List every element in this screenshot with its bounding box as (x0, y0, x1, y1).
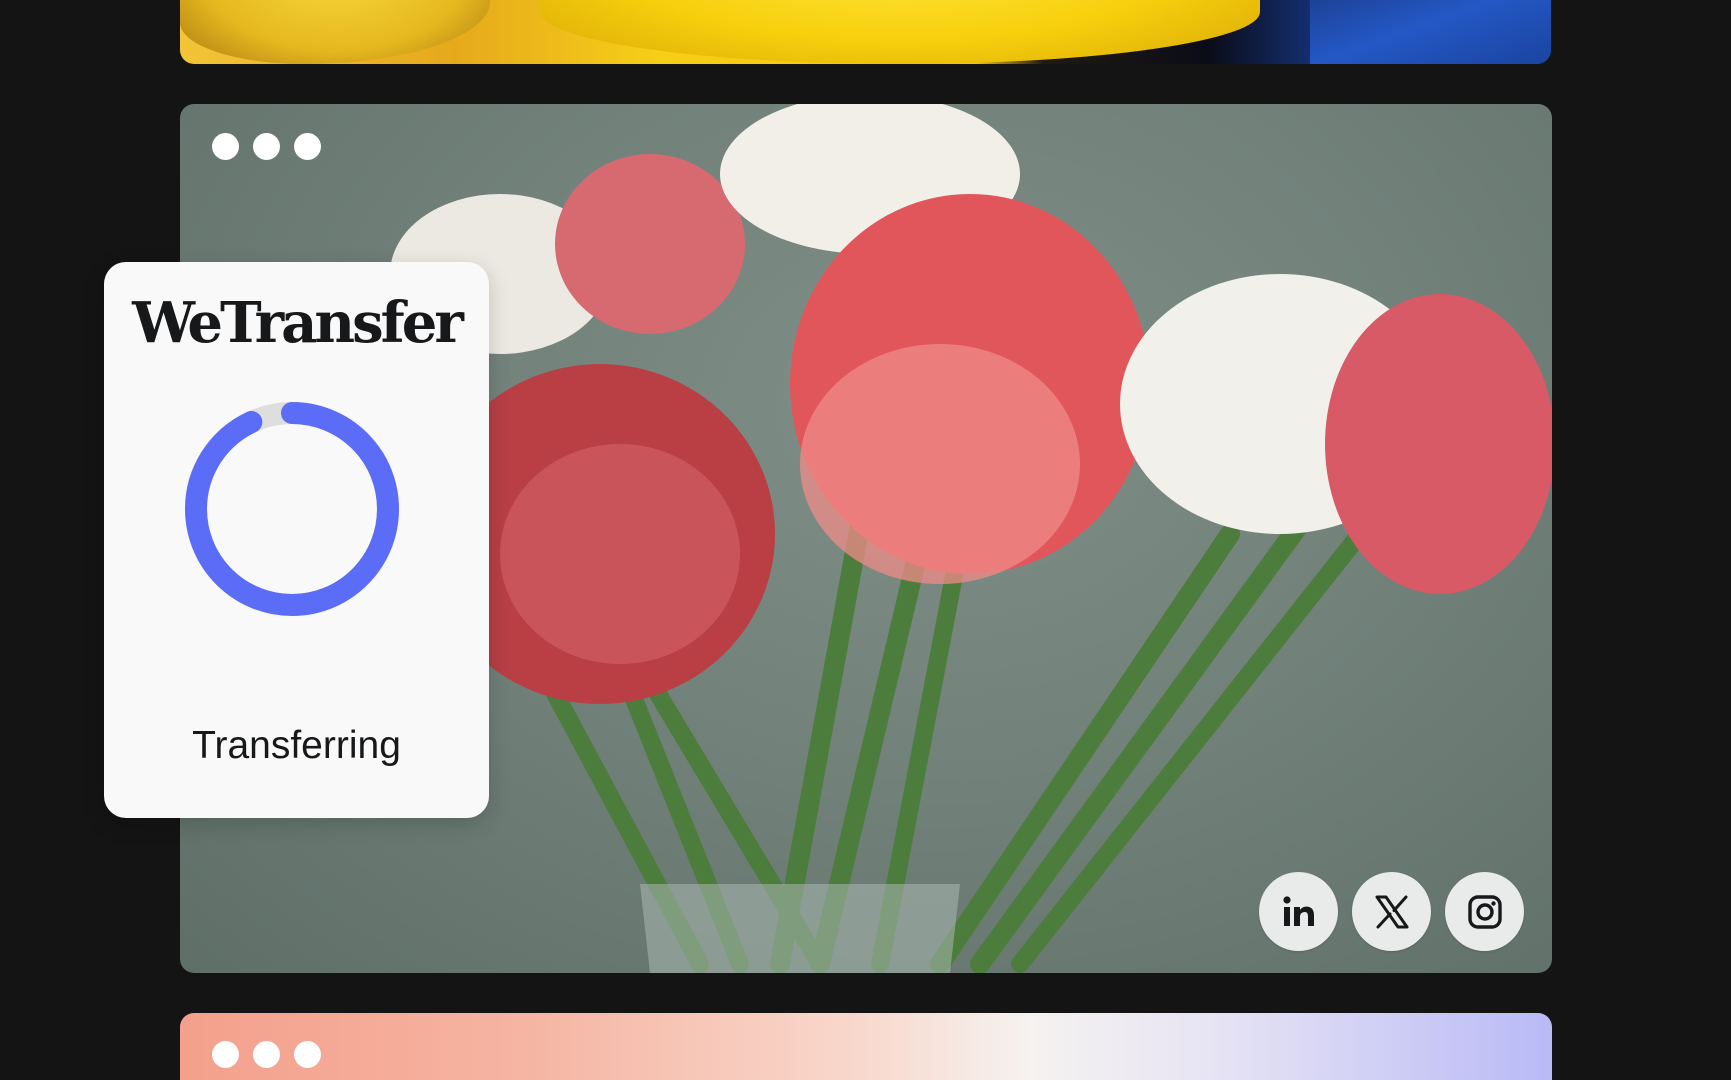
gradient-card (180, 1013, 1552, 1080)
instagram-icon (1467, 894, 1502, 929)
window-dot (212, 1041, 239, 1068)
pepper-image (540, 0, 1260, 64)
wetransfer-panel: WeTransfer Transferring (104, 262, 489, 818)
window-dot (294, 133, 321, 160)
window-dot (212, 133, 239, 160)
window-controls (212, 1041, 321, 1068)
blue-cloth-image (1310, 0, 1551, 64)
x-icon (1375, 895, 1408, 928)
instagram-button[interactable] (1445, 872, 1524, 951)
linkedin-button[interactable] (1259, 872, 1338, 951)
window-controls (212, 133, 321, 160)
top-photo-card (180, 0, 1551, 64)
social-links (1259, 872, 1524, 951)
x-button[interactable] (1352, 872, 1431, 951)
stage: WeTransfer Transferring (0, 0, 1731, 1080)
wetransfer-logo: WeTransfer (132, 290, 464, 356)
progress-ring-fill (185, 402, 399, 616)
linkedin-icon (1282, 895, 1314, 926)
progress-ring (185, 402, 399, 616)
window-dot (294, 1041, 321, 1068)
window-dot (253, 1041, 280, 1068)
transfer-status-label: Transferring (192, 724, 401, 767)
window-dot (253, 133, 280, 160)
lemon-image (180, 0, 490, 64)
